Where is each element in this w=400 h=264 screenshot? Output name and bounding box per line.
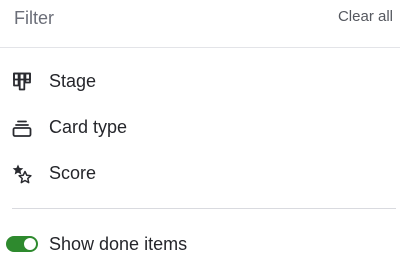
clear-all-button[interactable]: Clear all — [338, 7, 393, 27]
filter-label-score: Score — [49, 163, 97, 183]
filter-item-score[interactable]: Score — [0, 153, 400, 193]
filter-item-card-type[interactable]: Card type — [0, 107, 400, 147]
toggle-knob — [24, 238, 36, 250]
stage-icon — [11, 71, 33, 93]
show-done-toggle[interactable] — [6, 236, 38, 252]
filter-header: Filter Clear all — [0, 0, 400, 48]
filter-label-stage: Stage — [49, 71, 97, 91]
show-done-items-row[interactable]: Show done items — [0, 228, 400, 262]
filter-item-stage[interactable]: Stage — [0, 61, 400, 101]
card-type-icon — [11, 117, 33, 139]
score-icon — [11, 163, 33, 185]
filter-label-card-type: Card type — [49, 117, 128, 137]
show-done-label: Show done items — [49, 234, 188, 254]
section-divider — [12, 208, 396, 209]
filter-title: Filter — [14, 8, 54, 28]
